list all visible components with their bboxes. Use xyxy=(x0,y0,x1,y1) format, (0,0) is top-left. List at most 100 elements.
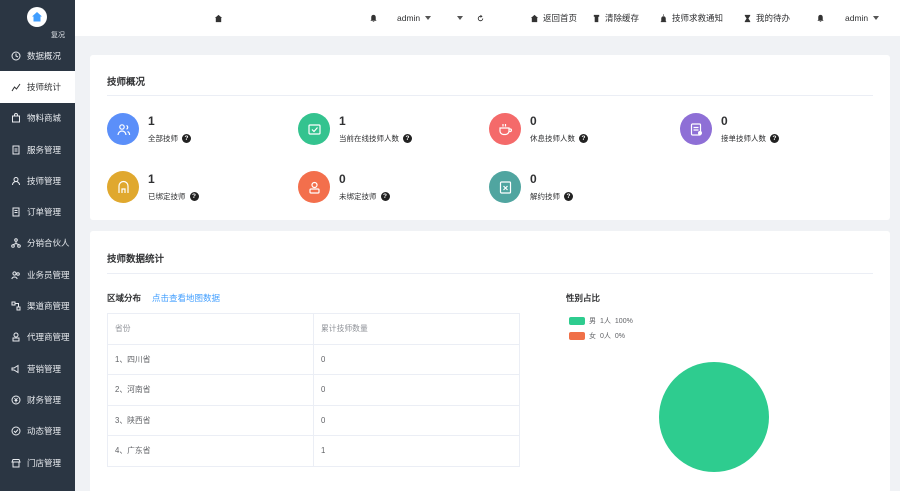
table-row: 4、广东省 1 xyxy=(108,436,520,467)
table-cell: 4、广东省 xyxy=(108,436,314,466)
divider xyxy=(107,273,873,274)
bell-icon[interactable] xyxy=(816,0,829,36)
stat-label: 休息技师人数? xyxy=(530,133,588,144)
stat-label: 已绑定技师? xyxy=(148,191,199,202)
sidebar-item-6[interactable]: 分销合伙人 xyxy=(0,228,75,259)
stat-label-text: 休息技师人数 xyxy=(530,134,575,143)
stat-item: 1 已绑定技师? xyxy=(107,171,287,205)
table-row: 1、四川省 0 xyxy=(108,344,520,375)
sidebar-item-label: 技师管理 xyxy=(27,175,62,186)
stat-value: 0 xyxy=(530,114,537,128)
help-icon[interactable]: ? xyxy=(564,192,573,201)
finance-icon xyxy=(11,395,21,405)
right-user-name: admin xyxy=(845,13,869,23)
help-icon[interactable]: ? xyxy=(189,192,199,201)
dynamic-icon xyxy=(11,426,21,436)
legend-item[interactable]: 男 1人 100% xyxy=(569,316,633,326)
stats-title: 技师数据统计 xyxy=(107,254,165,265)
stat-label: 全部技师? xyxy=(148,133,191,144)
sidebar-item-label: 营销管理 xyxy=(27,363,62,374)
stat-label-text: 已绑定技师 xyxy=(148,192,186,201)
sidebar-item-5[interactable]: 订单管理 xyxy=(0,196,75,227)
sidebar-item-7[interactable]: 业务员管理 xyxy=(0,259,75,290)
stat-value: 0 xyxy=(721,114,728,128)
sidebar-item-label: 技师统计 xyxy=(27,81,62,92)
all-technicians-icon xyxy=(107,113,139,145)
rescue-notice-button[interactable]: 技师求救通知 xyxy=(659,0,723,36)
right-user-dropdown[interactable]: admin xyxy=(845,0,880,36)
stat-item: 0 接单技师人数? xyxy=(680,113,860,147)
column-header: 省份 xyxy=(108,314,314,344)
stats-card: 技师数据统计 区域分布 点击查看地图数据 省份 累计技师数量 1、四川省 0 2、河南省… xyxy=(90,231,890,491)
document-icon xyxy=(11,145,21,155)
order-icon xyxy=(11,207,21,217)
logo-icon[interactable] xyxy=(27,7,47,27)
table-header: 省份 累计技师数量 xyxy=(108,314,520,345)
pie-slice-0[interactable] xyxy=(659,362,769,472)
left-user-name: admin xyxy=(397,13,421,23)
legend-percent: 100% xyxy=(614,317,633,325)
stat-item: 0 解约技师? xyxy=(489,171,669,205)
clear-cache-button[interactable]: 清除缓存 xyxy=(592,0,639,36)
sidebar-item-0[interactable]: 数据概况 xyxy=(0,40,75,71)
sidebar-item-label: 渠道商管理 xyxy=(27,301,70,312)
chevron-down-icon[interactable] xyxy=(457,0,463,36)
table-row: 3、陕西省 0 xyxy=(108,405,520,436)
bag-icon xyxy=(11,113,21,123)
stat-label-text: 未绑定技师 xyxy=(339,192,377,201)
back-home-button[interactable]: 返回首页 xyxy=(530,0,577,36)
stat-label-text: 全部技师 xyxy=(148,134,178,143)
help-icon[interactable]: ? xyxy=(403,134,412,143)
sidebar-item-9[interactable]: 代理商管理 xyxy=(0,322,75,353)
top-bar: admin 返回首页 清除缓存 技师求救通知 我的待办 admin xyxy=(75,0,900,36)
team-icon xyxy=(11,270,21,280)
overview-card: 技师概况 1 全部技师? 1 当前在线技师人数? 0 休息技师人数? 0 接单技师人数? 1 已绑… xyxy=(90,55,890,220)
chart-icon xyxy=(11,82,21,92)
stat-label-text: 接单技师人数 xyxy=(721,134,766,143)
bound-icon xyxy=(107,171,139,203)
caret-down-icon xyxy=(873,16,880,20)
hourglass-icon xyxy=(744,14,751,22)
todo-label: 我的待办 xyxy=(756,13,791,23)
legend-name: 女 xyxy=(589,333,596,340)
legend-swatch xyxy=(569,317,585,325)
clear-cache-label: 清除缓存 xyxy=(605,13,640,23)
stat-item: 1 全部技师? xyxy=(107,113,287,147)
home-icon[interactable] xyxy=(214,0,227,36)
sidebar-item-label: 代理商管理 xyxy=(27,332,70,343)
left-bell-icon[interactable] xyxy=(369,0,382,36)
stat-label-text: 解约技师 xyxy=(530,192,560,201)
refresh-icon[interactable] xyxy=(476,0,489,36)
sidebar-item-4[interactable]: 技师管理 xyxy=(0,165,75,196)
stat-label: 未绑定技师? xyxy=(339,191,390,202)
left-user-dropdown[interactable]: admin xyxy=(397,0,432,36)
legend-item[interactable]: 女 0人 0% xyxy=(569,331,625,341)
table-cell: 0 xyxy=(314,344,520,374)
rescue-notice-label: 技师求救通知 xyxy=(672,13,724,23)
sidebar-item-2[interactable]: 物料商城 xyxy=(0,103,75,134)
logo-text: 复况 xyxy=(51,32,65,39)
help-icon[interactable]: ? xyxy=(380,192,390,201)
sidebar-item-label: 门店管理 xyxy=(27,457,62,468)
sidebar-item-label: 动态管理 xyxy=(27,426,62,437)
stat-value: 0 xyxy=(339,172,346,186)
sidebar-item-12[interactable]: 动态管理 xyxy=(0,416,75,447)
help-icon[interactable]: ? xyxy=(182,134,191,143)
stat-item: 0 未绑定技师? xyxy=(298,171,478,205)
stat-value: 1 xyxy=(148,114,155,128)
clock-icon xyxy=(11,51,21,61)
sidebar-item-10[interactable]: 营销管理 xyxy=(0,353,75,384)
map-data-link[interactable]: 点击查看地图数据 xyxy=(152,292,220,304)
sidebar-item-11[interactable]: 财务管理 xyxy=(0,384,75,415)
help-icon[interactable]: ? xyxy=(770,134,779,143)
stat-value: 0 xyxy=(530,172,537,186)
sidebar-item-1[interactable]: 技师统计 xyxy=(0,71,75,103)
stat-value: 1 xyxy=(148,172,155,186)
region-label: 区域分布 xyxy=(107,293,142,303)
help-icon[interactable]: ? xyxy=(579,134,588,143)
sidebar-item-8[interactable]: 渠道商管理 xyxy=(0,290,75,321)
caret-down-icon xyxy=(425,16,432,20)
sidebar-item-13[interactable]: 门店管理 xyxy=(0,447,75,478)
todo-button[interactable]: 我的待办 xyxy=(743,0,790,36)
sidebar-item-3[interactable]: 服务管理 xyxy=(0,134,75,165)
